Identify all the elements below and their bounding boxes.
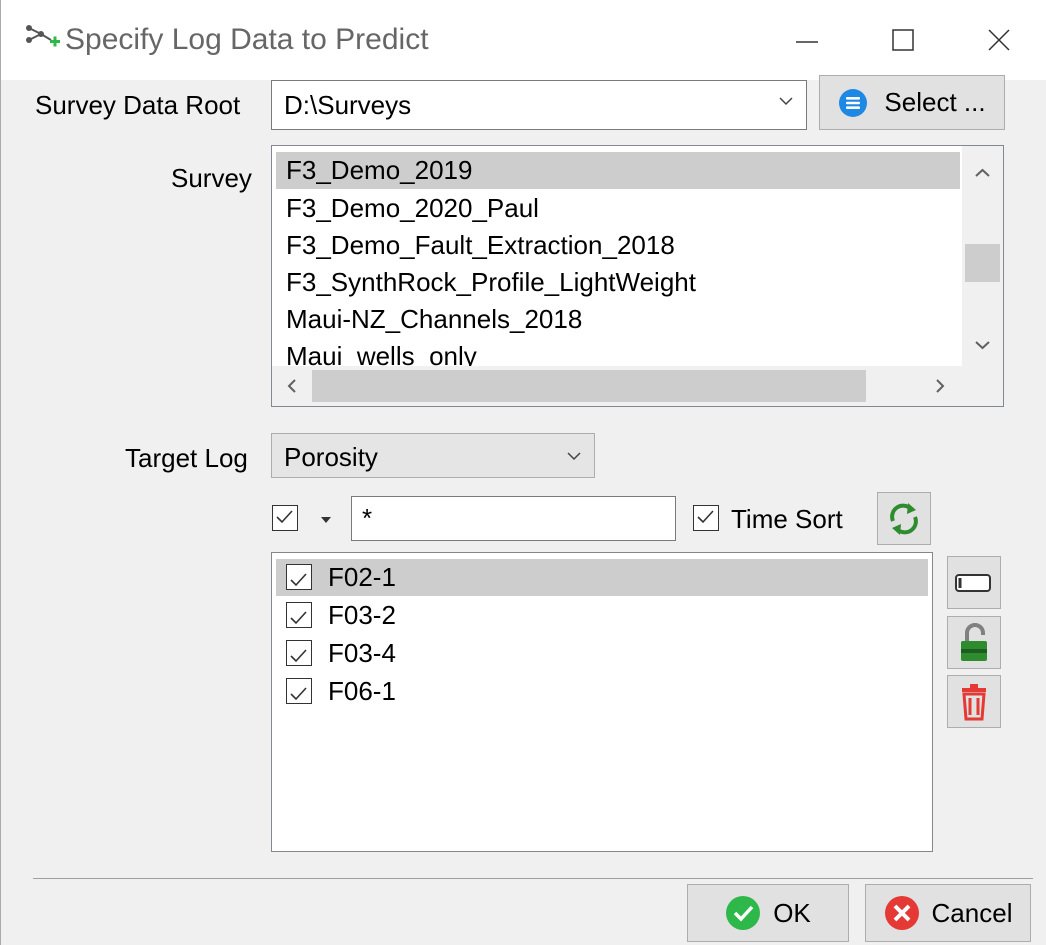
ok-button[interactable]: OK [687,884,849,942]
checkmark-icon [290,611,307,625]
time-sort-label[interactable]: Time Sort [731,503,843,535]
checkmark-icon [697,510,714,524]
caret-down-icon[interactable] [319,515,333,525]
list-item[interactable]: F03-2 [276,597,928,634]
survey-item-label: F3_Demo_Fault_Extraction_2018 [286,230,675,260]
checkmark-icon [290,687,307,701]
survey-root-combo[interactable]: D:\Surveys [271,80,807,130]
well-label: F06-1 [328,676,396,706]
survey-item-label: Maui_wells_only [286,341,477,366]
well-label: F03-2 [328,600,396,630]
refresh-button[interactable] [877,492,931,545]
checkbox[interactable] [286,564,312,590]
scrollbar-thumb[interactable] [312,370,866,402]
filter-input[interactable]: * [351,496,676,541]
lock-button[interactable] [947,616,1001,669]
scroll-down-icon[interactable] [962,326,1003,366]
checkbox[interactable] [286,678,312,704]
well-label: F02-1 [328,562,396,592]
check-circle-icon [726,896,761,930]
survey-item-label: Maui-NZ_Channels_2018 [286,304,583,334]
list-icon [839,88,868,117]
scroll-left-icon[interactable] [272,366,312,406]
survey-item-label: F3_Demo_2020_Paul [286,193,539,223]
list-item[interactable]: F3_Demo_2020_Paul [276,190,960,227]
checkbox[interactable] [286,602,312,628]
trash-icon [962,683,986,720]
checkbox[interactable] [286,640,312,666]
minimize-icon [796,41,818,43]
maximize-button[interactable] [855,0,951,80]
survey-label: Survey [171,163,252,193]
select-all-checkbox[interactable] [272,505,298,531]
app-icon [26,25,60,47]
footer-separator [33,878,1033,879]
battery-icon [955,573,991,592]
close-button[interactable] [951,0,1046,80]
title-bar[interactable]: Specify Log Data to Predict [1,0,1046,80]
ok-button-label: OK [773,897,811,928]
survey-root-label: Survey Data Root [35,90,241,120]
wells-listbox[interactable]: F02-1 F03-2 F03-4 F06-1 [271,552,933,852]
select-button-label: Select ... [884,87,986,117]
survey-item-label: F3_SynthRock_Profile_LightWeight [286,267,696,297]
filter-value: * [362,503,373,533]
window-title: Specify Log Data to Predict [65,23,429,56]
select-button[interactable]: Select ... [819,75,1005,130]
close-icon [988,29,1010,51]
toggle-selection-button[interactable] [947,556,1001,609]
survey-item-label: F3_Demo_2019 [286,155,473,185]
cancel-button[interactable]: Cancel [865,884,1031,942]
checkmark-icon [290,649,307,663]
scroll-right-icon[interactable] [920,366,960,406]
minimize-button[interactable] [759,0,855,80]
list-item[interactable]: F3_Demo_Fault_Extraction_2018 [276,227,960,264]
list-item[interactable]: Maui-NZ_Channels_2018 [276,301,960,338]
checkmark-icon [290,573,307,587]
refresh-icon [890,502,918,535]
target-log-value: Porosity [284,442,378,472]
chevron-down-icon[interactable] [566,450,582,462]
list-item[interactable]: F02-1 [276,559,928,596]
time-sort-checkbox[interactable] [693,505,719,531]
scrollbar-thumb[interactable] [965,244,1000,282]
well-label: F03-4 [328,638,396,668]
horizontal-scrollbar[interactable] [272,366,962,406]
list-item[interactable]: F3_SynthRock_Profile_LightWeight [276,264,960,301]
chevron-down-icon[interactable] [778,95,794,107]
target-log-label: Target Log [125,443,248,473]
scroll-up-icon[interactable] [962,152,1003,192]
maximize-icon [892,29,914,51]
unlock-icon [961,622,987,661]
cancel-button-label: Cancel [931,897,1013,928]
close-circle-icon [884,896,919,930]
list-item[interactable]: F06-1 [276,673,928,710]
checkmark-icon [276,510,293,524]
survey-listbox[interactable]: F3_Demo_2019 F3_Demo_2020_Paul F3_Demo_F… [271,145,1004,407]
delete-button[interactable] [947,675,1001,728]
dialog-window: Specify Log Data to Predict Survey Data … [0,0,1046,945]
vertical-scrollbar[interactable] [962,146,1003,366]
list-item[interactable]: F03-4 [276,635,928,672]
list-item[interactable]: F3_Demo_2019 [276,152,960,189]
target-log-combo[interactable]: Porosity [271,433,595,478]
survey-root-value: D:\Surveys [284,90,412,120]
scrollbar-corner [962,366,1003,406]
list-item[interactable]: Maui_wells_only [276,338,960,366]
